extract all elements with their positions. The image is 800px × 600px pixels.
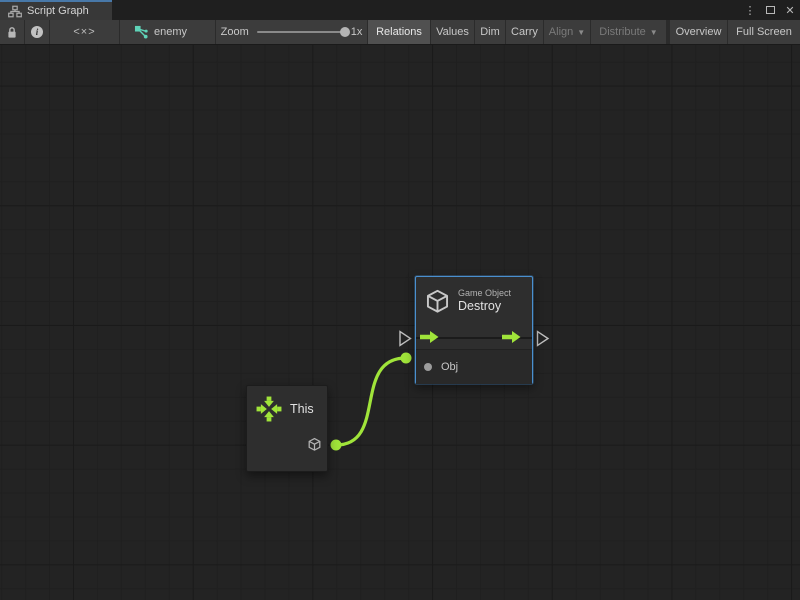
- info-button[interactable]: i: [25, 20, 50, 44]
- window-titlebar: Script Graph ⋮ ✕: [0, 0, 800, 20]
- tab-title: Script Graph: [27, 5, 89, 17]
- connection-this-to-obj[interactable]: [331, 353, 412, 451]
- zoom-label: Zoom: [221, 26, 249, 38]
- graph-name-label: enemy: [154, 26, 187, 38]
- zoom-control: Zoom 1x: [216, 20, 368, 44]
- close-icon[interactable]: ✕: [782, 2, 798, 18]
- this-output-cube-icon[interactable]: [307, 437, 322, 452]
- node-this-header: This: [247, 386, 327, 432]
- chevron-down-icon: ▼: [650, 28, 658, 37]
- zoom-value: 1x: [351, 26, 363, 38]
- game-object-cube-icon: [424, 288, 451, 315]
- connections-layer: [0, 45, 800, 600]
- tab-script-graph[interactable]: Script Graph: [0, 0, 112, 20]
- window-menu-icon[interactable]: ⋮: [742, 2, 758, 18]
- fullscreen-button[interactable]: Full Screen: [728, 20, 800, 44]
- node-title: This: [290, 402, 314, 416]
- node-this[interactable]: This: [246, 385, 328, 472]
- flow-enter-arrow-icon[interactable]: [420, 330, 439, 344]
- carry-button[interactable]: Carry: [506, 20, 544, 44]
- node-category-label: Game Object: [458, 288, 511, 299]
- chevron-down-icon: ▼: [577, 28, 585, 37]
- node-destroy-header: Game Object Destroy: [416, 277, 532, 325]
- angle-x-icon: <×>: [73, 26, 95, 38]
- node-destroy[interactable]: Game Object Destroy Obj: [415, 276, 533, 384]
- relations-button[interactable]: Relations: [368, 20, 431, 44]
- destroy-flow-output-port[interactable]: [538, 332, 549, 346]
- graph-toolbar: i <×> enemy Zoom 1x Relations Values Dim…: [0, 20, 800, 45]
- node-title: Destroy: [458, 299, 511, 314]
- window-controls: ⋮ ✕: [742, 0, 798, 20]
- info-icon: i: [31, 26, 43, 38]
- graph-asset-icon: [134, 25, 149, 39]
- align-dropdown[interactable]: Align ▼: [544, 20, 591, 44]
- obj-input-port[interactable]: [424, 363, 432, 371]
- graph-hierarchy-icon: [8, 5, 22, 18]
- values-button[interactable]: Values: [431, 20, 475, 44]
- destroy-flow-input-port[interactable]: [400, 332, 411, 346]
- graph-canvas[interactable]: Game Object Destroy Obj: [0, 45, 800, 600]
- flow-exit-arrow-icon[interactable]: [502, 330, 521, 344]
- zoom-slider[interactable]: [257, 31, 345, 33]
- lock-button[interactable]: [0, 20, 25, 44]
- node-destroy-flow-row: [416, 325, 532, 349]
- this-output-port[interactable]: [331, 440, 342, 451]
- breadcrumb[interactable]: enemy: [120, 20, 216, 44]
- this-converge-arrows-icon: [256, 396, 282, 422]
- distribute-dropdown[interactable]: Distribute ▼: [591, 20, 667, 44]
- lock-icon: [6, 26, 18, 39]
- dim-button[interactable]: Dim: [475, 20, 506, 44]
- overview-button[interactable]: Overview: [667, 20, 728, 44]
- node-destroy-ports: Obj: [416, 349, 532, 384]
- obj-port-label: Obj: [441, 361, 458, 373]
- obj-connection-endpoint[interactable]: [401, 353, 412, 364]
- maximize-icon[interactable]: [762, 2, 778, 18]
- zoom-slider-handle[interactable]: [340, 27, 350, 37]
- connections-mode-button[interactable]: <×>: [50, 20, 120, 44]
